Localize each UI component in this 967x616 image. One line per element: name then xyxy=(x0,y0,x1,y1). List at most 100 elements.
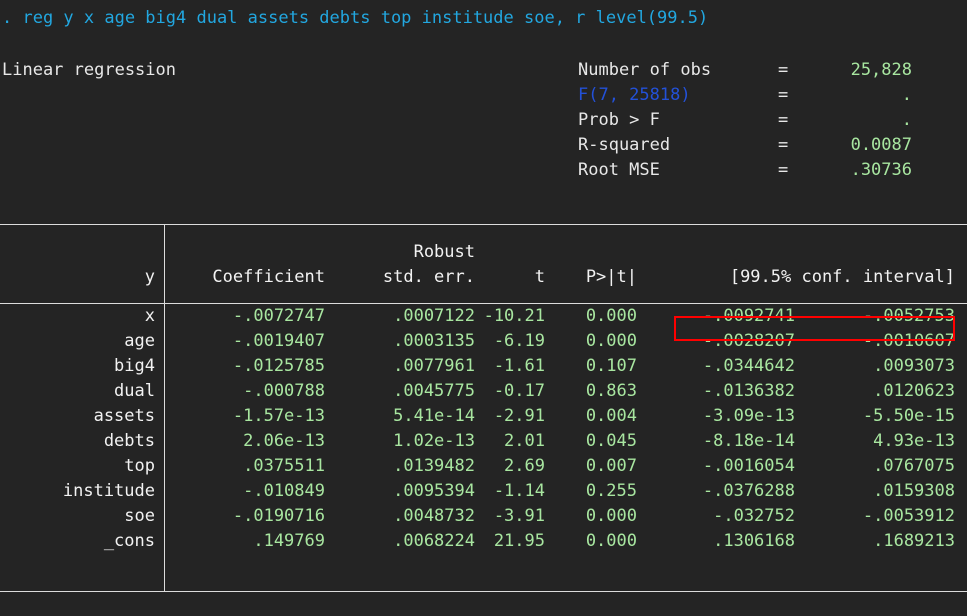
row-ci-lower: .1306168 xyxy=(713,531,795,551)
row-ci-lower: -.0092741 xyxy=(702,306,795,326)
row-std-err: .0048732 xyxy=(393,506,475,526)
row-variable-name: _cons xyxy=(103,531,155,551)
row-p-value: 0.255 xyxy=(585,481,637,501)
row-variable-name: institude xyxy=(62,481,155,501)
header-conf-interval: [99.5% conf. interval] xyxy=(729,267,955,287)
table-rule-bottom xyxy=(0,591,967,592)
row-t-stat: -10.21 xyxy=(483,306,545,326)
row-ci-lower: -.0028207 xyxy=(702,331,795,351)
row-variable-name: big4 xyxy=(114,356,155,376)
stat-label: Prob > F xyxy=(578,110,660,130)
row-std-err: 5.41e-14 xyxy=(393,406,475,426)
row-t-stat: 21.95 xyxy=(493,531,545,551)
stata-prompt-dot: . xyxy=(2,8,13,28)
stat-label: R-squared xyxy=(578,135,671,155)
row-ci-lower: -.0136382 xyxy=(702,381,795,401)
header-p-value: P>|t| xyxy=(585,267,637,287)
row-coefficient: -.0072747 xyxy=(232,306,325,326)
row-t-stat: -1.14 xyxy=(493,481,545,501)
row-ci-lower: -.0016054 xyxy=(702,456,795,476)
row-ci-upper: .0093073 xyxy=(873,356,955,376)
row-variable-name: x xyxy=(144,306,155,326)
header-dependent-variable: y xyxy=(144,267,155,287)
row-t-stat: -2.91 xyxy=(493,406,545,426)
row-coefficient: .149769 xyxy=(253,531,325,551)
table-row[interactable]: x -.0072747 .0007122 -10.21 0.000 -.0092741 -.… xyxy=(0,304,967,329)
row-p-value: 0.863 xyxy=(585,381,637,401)
row-ci-lower: -.032752 xyxy=(713,506,795,526)
row-ci-lower: -.0376288 xyxy=(702,481,795,501)
row-coefficient: -1.57e-13 xyxy=(232,406,325,426)
row-ci-upper: .0767075 xyxy=(873,456,955,476)
row-ci-upper: .0159308 xyxy=(873,481,955,501)
row-ci-upper: .1689213 xyxy=(873,531,955,551)
regression-summary-stats: Number of obs = 25,828 F(7, 25818) =. Prob > … xyxy=(578,58,912,183)
row-p-value: 0.004 xyxy=(585,406,637,426)
table-row[interactable]: top .0375511 .0139482 2.69 0.007 -.0016054 .07… xyxy=(0,454,967,479)
stat-equals-sign: = xyxy=(778,85,789,105)
stat-label: Number of obs xyxy=(578,60,712,80)
table-row[interactable]: debts 2.06e-13 1.02e-13 2.01 0.045 -8.18e-14 4… xyxy=(0,429,967,454)
row-p-value: 0.000 xyxy=(585,506,637,526)
table-header-row: y Coefficient std. err. t P>|t| [99.5% c… xyxy=(0,265,967,290)
command-echo-line: . reg y x age big4 dual assets debts top… xyxy=(0,6,708,31)
row-coefficient: -.0019407 xyxy=(232,331,325,351)
stat-label: Root MSE xyxy=(578,160,660,180)
table-row[interactable]: age -.0019407 .0003135 -6.19 0.000 -.0028207 -… xyxy=(0,329,967,354)
table-body: x -.0072747 .0007122 -10.21 0.000 -.0092741 -.… xyxy=(0,304,967,554)
stat-value: . xyxy=(901,85,912,105)
table-row[interactable]: dual -.000788 .0045775 -0.17 0.863 -.0136382.… xyxy=(0,379,967,404)
table-row[interactable]: big4 -.0125785 .0077961 -1.61 0.107 -.0344642… xyxy=(0,354,967,379)
row-variable-name: top xyxy=(124,456,155,476)
row-coefficient: -.000788 xyxy=(243,381,325,401)
row-coefficient: -.0190716 xyxy=(232,506,325,526)
row-t-stat: 2.69 xyxy=(504,456,545,476)
row-variable-name: assets xyxy=(93,406,155,426)
row-p-value: 0.045 xyxy=(585,431,637,451)
stata-results-window: . reg y x age big4 dual assets debts top… xyxy=(0,0,967,616)
row-t-stat: -1.61 xyxy=(493,356,545,376)
row-p-value: 0.007 xyxy=(585,456,637,476)
table-row[interactable]: soe -.0190716 .0048732 -3.91 0.000 -.032752 -.… xyxy=(0,504,967,529)
header-t-stat: t xyxy=(534,267,545,287)
row-variable-name: debts xyxy=(103,431,155,451)
table-rule-top xyxy=(0,224,967,225)
row-t-stat: -6.19 xyxy=(493,331,545,351)
stat-equals-sign: = xyxy=(778,60,789,80)
row-coefficient: -.0125785 xyxy=(232,356,325,376)
row-ci-upper: -.0052753 xyxy=(862,306,955,326)
row-std-err: .0003135 xyxy=(393,331,475,351)
row-std-err: .0139482 xyxy=(393,456,475,476)
row-coefficient: -.010849 xyxy=(243,481,325,501)
row-ci-upper: -.0010607 xyxy=(862,331,955,351)
stat-label[interactable]: F(7, 25818) xyxy=(578,83,778,108)
table-header-robust-row: Robust xyxy=(0,240,967,265)
table-row[interactable]: institude -.010849 .0095394 -1.14 0.255 -.037… xyxy=(0,479,967,504)
row-ci-upper: 4.93e-13 xyxy=(873,431,955,451)
stat-equals-sign: = xyxy=(778,135,789,155)
row-t-stat: -0.17 xyxy=(493,381,545,401)
stat-equals-sign: = xyxy=(778,160,789,180)
row-p-value: 0.000 xyxy=(585,531,637,551)
row-ci-upper: -.0053912 xyxy=(862,506,955,526)
row-coefficient: .0375511 xyxy=(243,456,325,476)
row-std-err: .0068224 xyxy=(393,531,475,551)
table-row[interactable]: _cons .149769 .0068224 21.95 0.000 .1306168 .1… xyxy=(0,529,967,554)
stat-equals-sign: = xyxy=(778,110,789,130)
row-p-value: 0.107 xyxy=(585,356,637,376)
row-p-value: 0.000 xyxy=(585,331,637,351)
stat-value: 25,828 xyxy=(850,60,912,80)
stat-value: 0.0087 xyxy=(850,135,912,155)
row-variable-name: age xyxy=(124,331,155,351)
row-ci-lower: -3.09e-13 xyxy=(702,406,795,426)
row-ci-lower: -8.18e-14 xyxy=(702,431,795,451)
row-std-err: .0077961 xyxy=(393,356,475,376)
row-ci-lower: -.0344642 xyxy=(702,356,795,376)
header-robust-label: Robust xyxy=(413,242,475,262)
row-variable-name: soe xyxy=(124,506,155,526)
stat-value: .30736 xyxy=(850,160,912,180)
row-std-err: .0007122 xyxy=(393,306,475,326)
table-row[interactable]: assets -1.57e-13 5.41e-14 -2.91 0.004 -3.09e-… xyxy=(0,404,967,429)
row-std-err: .0045775 xyxy=(393,381,475,401)
command-text: reg y x age big4 dual assets debts top i… xyxy=(12,8,709,28)
